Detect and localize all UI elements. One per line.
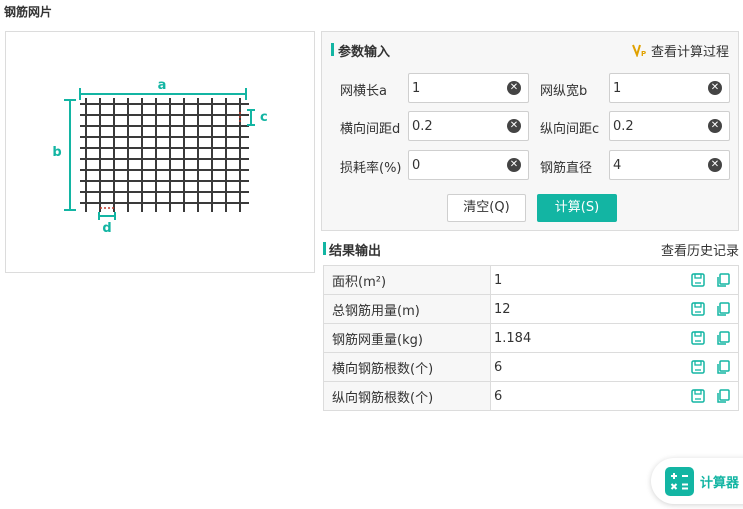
save-icon[interactable]: [691, 331, 705, 345]
result-label: 钢筋网重量(kg): [323, 323, 491, 353]
result-value-cell: 1.184: [490, 323, 739, 353]
clear-icon[interactable]: ✕: [708, 158, 722, 172]
clear-icon[interactable]: ✕: [507, 158, 521, 172]
copy-icon[interactable]: [716, 389, 730, 403]
field-box-width-b: ✕: [609, 73, 730, 103]
section-accent-bar: [323, 242, 326, 255]
clear-icon[interactable]: ✕: [708, 81, 722, 95]
calculate-button[interactable]: 计算(S): [537, 194, 617, 222]
field-box-rebar-diameter: ✕: [609, 150, 730, 180]
field-box-spacing-d: ✕: [408, 111, 529, 141]
field-box-spacing-c: ✕: [609, 111, 730, 141]
width-b-input[interactable]: [610, 74, 705, 102]
section-accent-bar: [331, 43, 334, 56]
mesh-grid: [80, 98, 249, 212]
copy-icon[interactable]: [716, 331, 730, 345]
copy-icon[interactable]: [716, 360, 730, 374]
svg-text:P: P: [641, 50, 646, 57]
result-header: 结果输出 查看历史记录: [321, 238, 739, 260]
vip-icon: P: [632, 44, 647, 59]
save-icon[interactable]: [691, 389, 705, 403]
result-value: 6: [494, 359, 503, 375]
length-a-input[interactable]: [409, 74, 504, 102]
label-d: d: [102, 221, 111, 236]
dimension-c: [239, 109, 255, 126]
table-row: 钢筋网重量(kg) 1.184: [323, 323, 739, 353]
field-label-spacing-d: 横向间距d: [340, 122, 401, 137]
field-label-length-a: 网横长a: [340, 84, 387, 99]
spacing-d-input[interactable]: [409, 112, 504, 140]
field-box-length-a: ✕: [408, 73, 529, 103]
save-icon[interactable]: [691, 302, 705, 316]
view-process-label: 查看计算过程: [650, 45, 729, 60]
field-label-spacing-c: 纵向间距c: [540, 122, 600, 137]
calculator-widget[interactable]: 计算器: [651, 458, 743, 504]
input-panel: 参数输入 P 查看计算过程 网横长a ✕ 网纵宽b ✕ 横向间距d ✕ 纵向间距…: [321, 31, 739, 231]
result-table: 面积(m²) 1 总钢筋用量(m) 12 钢筋网重量(kg) 1.184 横向钢…: [323, 265, 739, 411]
result-label: 总钢筋用量(m): [323, 294, 491, 324]
rebar-diameter-input[interactable]: [610, 151, 705, 179]
field-label-loss-rate: 损耗率(%): [340, 161, 402, 176]
result-label: 纵向钢筋根数(个): [323, 381, 491, 411]
result-label: 面积(m²): [323, 265, 491, 295]
copy-icon[interactable]: [716, 273, 730, 287]
dimension-d: [98, 207, 116, 220]
copy-icon[interactable]: [716, 302, 730, 316]
loss-rate-input[interactable]: [409, 151, 504, 179]
result-value-cell: 12: [490, 294, 739, 324]
view-history-link[interactable]: 查看历史记录: [661, 240, 739, 259]
table-row: 总钢筋用量(m) 12: [323, 294, 739, 324]
result-value: 1.184: [494, 330, 532, 346]
result-value-cell: 1: [490, 265, 739, 295]
result-value: 12: [494, 301, 511, 317]
input-section-title: 参数输入: [338, 45, 391, 60]
save-icon[interactable]: [691, 360, 705, 374]
result-value-cell: 6: [490, 352, 739, 382]
calculator-icon: [665, 466, 694, 496]
dimension-b: [64, 99, 76, 211]
save-icon[interactable]: [691, 273, 705, 287]
spacing-c-input[interactable]: [610, 112, 705, 140]
field-label-width-b: 网纵宽b: [540, 84, 588, 99]
result-section-title: 结果输出: [329, 244, 382, 259]
clear-icon[interactable]: ✕: [507, 81, 521, 95]
result-value: 1: [494, 272, 503, 288]
mesh-diagram: a b c d: [52, 78, 268, 236]
calculator-label: 计算器: [700, 475, 740, 491]
label-b: b: [52, 145, 61, 160]
view-process-link[interactable]: P 查看计算过程: [632, 41, 729, 60]
result-value-cell: 6: [490, 381, 739, 411]
table-row: 纵向钢筋根数(个) 6: [323, 381, 739, 411]
table-row: 面积(m²) 1: [323, 265, 739, 295]
result-label: 横向钢筋根数(个): [323, 352, 491, 382]
table-row: 横向钢筋根数(个) 6: [323, 352, 739, 382]
label-a: a: [158, 78, 167, 93]
clear-icon[interactable]: ✕: [708, 119, 722, 133]
page-title: 钢筋网片: [4, 5, 53, 19]
clear-button[interactable]: 清空(Q): [447, 194, 526, 222]
field-label-rebar-diameter: 钢筋直径: [540, 161, 593, 176]
result-value: 6: [494, 388, 503, 404]
mesh-diagram-panel: a b c d: [5, 31, 315, 273]
clear-icon[interactable]: ✕: [507, 119, 521, 133]
label-c: c: [260, 110, 268, 125]
field-box-loss-rate: ✕: [408, 150, 529, 180]
